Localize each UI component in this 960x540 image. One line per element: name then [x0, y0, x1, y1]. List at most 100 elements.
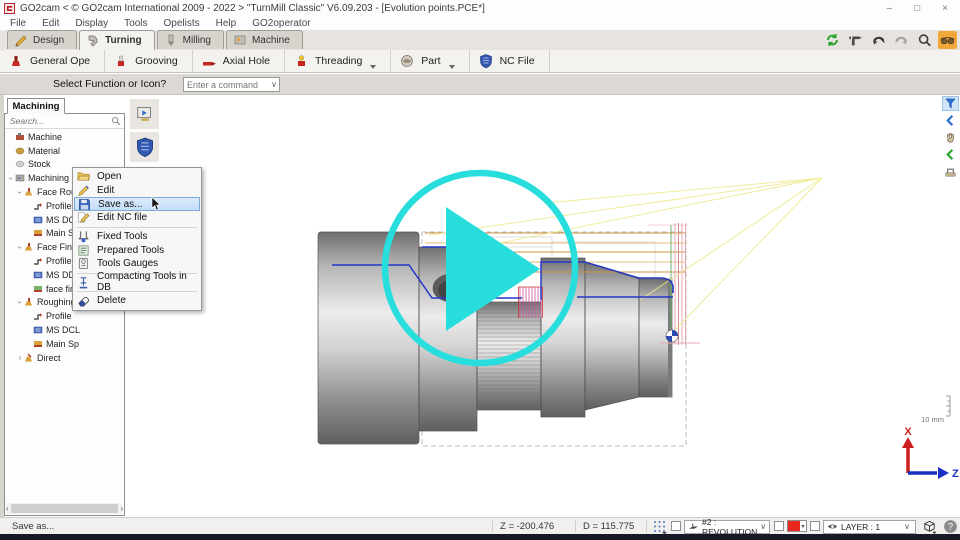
tree-item-direct[interactable]: › Direct	[5, 351, 124, 365]
menu-item-edit[interactable]: Edit	[42, 18, 59, 29]
simulate-icon[interactable]	[130, 99, 159, 129]
menu-item-opelists[interactable]: Opelists	[164, 18, 200, 29]
expand-arrow-icon[interactable]: ›	[16, 243, 25, 251]
tree-item-ms-dcl[interactable]: MS DCL	[5, 323, 124, 337]
menu-item-go2operator[interactable]: GO2operator	[252, 18, 310, 29]
grid-icon[interactable]	[652, 519, 667, 534]
color-checkbox[interactable]	[774, 521, 784, 531]
menu-item-display[interactable]: Display	[75, 18, 108, 29]
help-icon[interactable]: ?	[943, 519, 958, 534]
axes-indicator: X Z	[902, 426, 959, 480]
undo-icon[interactable]	[869, 31, 888, 49]
op-icon	[24, 242, 35, 252]
scale-label: 10 mm	[921, 415, 944, 424]
tab-machine-icon	[233, 33, 247, 47]
expand-arrow-icon[interactable]: ›	[16, 188, 25, 196]
search-input[interactable]	[8, 115, 111, 127]
title-bar: GO2cam < © GO2cam International 2009 - 2…	[0, 0, 960, 17]
ribbon-tab-machine[interactable]: Machine	[226, 30, 303, 49]
op-icon	[24, 297, 35, 307]
op-axial-icon	[201, 53, 217, 69]
op-part-icon	[399, 53, 415, 69]
compact-db-icon	[77, 276, 90, 289]
layer-checkbox[interactable]	[810, 521, 820, 531]
clamp-icon[interactable]	[942, 164, 959, 179]
context-menu-item-compacting-tools-in-db[interactable]: Compacting Tools in DB	[74, 276, 200, 290]
toolbar-button-threading[interactable]: Threading	[285, 50, 391, 72]
filter-icon[interactable]	[942, 96, 959, 111]
redo-icon[interactable]	[892, 31, 911, 49]
context-menu-item-edit-nc-file[interactable]: Edit NC file	[74, 211, 200, 225]
chevron-left-blue-icon[interactable]	[942, 113, 959, 128]
plane-selector[interactable]: #2 : REVOLUTION ∨	[684, 520, 770, 534]
machine-icon	[15, 132, 26, 142]
folder-open-icon	[77, 170, 90, 183]
context-menu-item-fixed-tools[interactable]: Fixed Tools	[74, 230, 200, 244]
context-menu-item-save-as[interactable]: Save as...	[74, 197, 200, 211]
glasses-icon[interactable]	[938, 31, 957, 49]
dropdown-arrow-icon	[449, 65, 455, 69]
viewport-3d[interactable]: 10 mm X Z	[160, 95, 960, 518]
expand-arrow-icon[interactable]: ›	[16, 353, 24, 362]
tab-turning-icon	[86, 34, 100, 48]
chevron-down-icon[interactable]: ∨	[271, 80, 279, 89]
toolbar-button-grooving[interactable]: Grooving	[105, 50, 193, 72]
tree-item-main-sp[interactable]: Main Sp	[5, 337, 124, 351]
color-swatch[interactable]: ▾	[787, 520, 807, 532]
grab-hand-icon[interactable]	[942, 130, 959, 145]
toolbar-button-general-ope[interactable]: General Ope	[0, 50, 105, 72]
toolbar-button-nc-file[interactable]: NC File	[470, 50, 550, 72]
tree-item-profile[interactable]: Profile	[5, 309, 124, 323]
facefini-icon	[33, 284, 44, 294]
ribbon-tab-turning[interactable]: Turning	[79, 30, 154, 50]
menu-item-help[interactable]: Help	[216, 18, 237, 29]
ribbon-tab-design[interactable]: Design	[7, 30, 77, 49]
swatch-dropdown-icon: ▾	[800, 521, 806, 531]
shield-icon[interactable]	[130, 132, 159, 162]
material-icon	[15, 146, 26, 156]
toolbar-button-part[interactable]: Part	[391, 50, 469, 72]
toolbar-button-axial-hole[interactable]: Axial Hole	[193, 50, 285, 72]
context-menu-item-open[interactable]: Open	[74, 170, 200, 184]
sync-icon[interactable]	[823, 31, 842, 49]
ribbon-tab-milling[interactable]: Milling	[157, 30, 224, 49]
context-menu-item-tools-gauges[interactable]: Tools Gauges	[74, 257, 200, 271]
command-combobox[interactable]: ∨	[183, 77, 280, 92]
layer-selector[interactable]: LAYER : 1 ∨	[823, 520, 916, 534]
context-menu-item-edit[interactable]: Edit	[74, 184, 200, 198]
op-general-icon	[8, 53, 24, 69]
tab-design-icon	[14, 33, 28, 47]
expand-arrow-icon[interactable]: ›	[16, 298, 25, 306]
command-input[interactable]	[184, 80, 264, 90]
expand-arrow-icon[interactable]: ›	[7, 174, 16, 182]
menu-item-file[interactable]: File	[10, 18, 26, 29]
scroll-left-icon[interactable]: ‹	[6, 504, 9, 513]
context-menu-item-prepared-tools[interactable]: Prepared Tools	[74, 243, 200, 257]
save-floppy-icon	[78, 198, 91, 211]
context-menu: OpenEditSave as...Edit NC file Fixed Tool…	[72, 167, 202, 311]
machining-icon	[15, 173, 26, 183]
chevron-left-green-icon[interactable]	[942, 147, 959, 162]
plane-checkbox[interactable]	[671, 521, 681, 531]
view-cube-icon[interactable]	[922, 519, 937, 534]
magnifier-icon[interactable]	[915, 31, 934, 49]
delete-eraser-icon	[77, 294, 90, 307]
minimize-button[interactable]: –	[887, 1, 893, 16]
axis-z-label: Z	[952, 468, 959, 480]
scale-ruler	[946, 396, 950, 416]
close-button[interactable]: ×	[942, 1, 948, 16]
window-bottom-edge	[0, 534, 960, 540]
scroll-right-icon[interactable]: ›	[120, 504, 123, 513]
context-menu-item-delete[interactable]: Delete	[74, 294, 200, 308]
machining-panel-tab[interactable]: Machining	[7, 98, 65, 114]
tree-search[interactable]	[5, 114, 124, 129]
tree-item-machine[interactable]: Machine	[5, 130, 124, 144]
panel-side-buttons	[130, 99, 159, 162]
svg-text:?: ?	[948, 522, 953, 532]
scrollbar-thumb[interactable]	[11, 504, 119, 513]
caliper-icon[interactable]	[846, 31, 865, 49]
maximize-button[interactable]: □	[914, 1, 920, 16]
horizontal-scrollbar[interactable]: ‹ ›	[6, 503, 123, 514]
menu-item-tools[interactable]: Tools	[124, 18, 147, 29]
tree-item-material[interactable]: Material	[5, 144, 124, 158]
